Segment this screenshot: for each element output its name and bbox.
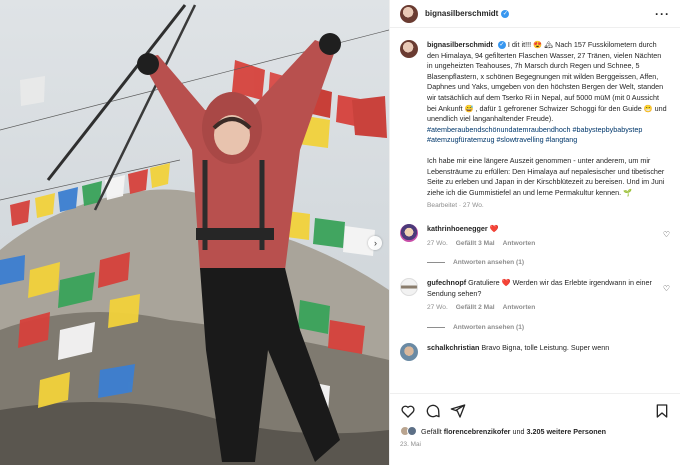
- reply-button[interactable]: Antworten: [503, 239, 536, 250]
- bookmark-icon[interactable]: [654, 403, 670, 419]
- post-date[interactable]: 23. Mai: [400, 441, 670, 448]
- verified-badge-icon: ✓: [497, 41, 506, 50]
- view-replies-label: Antworten ansehen (1): [453, 323, 525, 331]
- comments-list[interactable]: bignasilberschmidt ✓ I dit it!!! 😍 🏔 Nac…: [390, 28, 680, 393]
- mountain-summit-photo: [0, 0, 389, 465]
- view-replies-button[interactable]: Antworten ansehen (1): [427, 259, 670, 266]
- carousel-next-button[interactable]: ›: [368, 236, 382, 250]
- heart-icon[interactable]: ♡: [663, 284, 670, 293]
- heart-icon[interactable]: [400, 403, 416, 419]
- view-replies-label: Antworten ansehen (1): [453, 259, 525, 267]
- caption-text: I dit it!!! 😍 🏔 Nach 157 Fusskilometern …: [427, 40, 667, 124]
- caption-edited-meta: Bearbeitet · 27 Wo.: [427, 202, 484, 210]
- share-icon[interactable]: [450, 403, 466, 419]
- avatar[interactable]: [400, 342, 418, 361]
- likes-prefix: Gefällt: [421, 426, 444, 436]
- likes-summary: Gefällt florencebrenzikofer und 3.205 we…: [400, 426, 670, 436]
- caption-hashtags[interactable]: #atemberaubendschönundatemraubendhoch #b…: [427, 125, 667, 146]
- avatar[interactable]: [400, 223, 418, 242]
- post-header: bignasilberschmidt ✓ ···: [390, 0, 680, 28]
- reply-button[interactable]: Antworten: [503, 303, 536, 314]
- action-bar: [400, 400, 670, 422]
- verified-badge-icon: ✓: [501, 9, 510, 18]
- chevron-right-icon: ›: [374, 237, 377, 248]
- comment-likes[interactable]: Gefällt 3 Mal: [456, 239, 495, 250]
- comment-likes[interactable]: Gefällt 2 Mal: [456, 303, 495, 314]
- caption-paragraph: Ich habe mir eine längere Auszeit genomm…: [427, 155, 665, 197]
- instagram-post-view: › bignasilberschmidt ✓ ··· bignasilbersc…: [0, 0, 680, 465]
- comment-icon[interactable]: [425, 403, 441, 419]
- comment-item: kathrinhoenegger ❤️ 27 Wo. Gefällt 3 Mal…: [400, 223, 670, 250]
- comment-time[interactable]: 27 Wo.: [427, 303, 448, 314]
- avatar[interactable]: [400, 278, 418, 297]
- likes-mid: und: [510, 426, 527, 436]
- post-sidebar: bignasilberschmidt ✓ ··· bignasilberschm…: [389, 0, 680, 465]
- post-caption: bignasilberschmidt ✓ I dit it!!! 😍 🏔 Nac…: [400, 40, 670, 212]
- comment-item: gufechnopf Gratuliere ❤️ Werden wir das …: [400, 278, 670, 314]
- comment-time[interactable]: 27 Wo.: [427, 239, 448, 250]
- comment-item: schalkchristian Bravo Bigna, tolle Leist…: [400, 342, 670, 361]
- more-horizontal-icon[interactable]: ···: [655, 7, 670, 21]
- comment-username[interactable]: gufechnopf: [427, 278, 466, 287]
- post-footer: Gefällt florencebrenzikofer und 3.205 we…: [390, 393, 680, 465]
- heart-icon[interactable]: ♡: [663, 230, 670, 239]
- comment-text: ❤️: [489, 223, 499, 233]
- caption-username[interactable]: bignasilberschmidt: [427, 40, 493, 49]
- post-photo[interactable]: ›: [0, 0, 389, 465]
- avatar[interactable]: [400, 40, 418, 58]
- comment-username[interactable]: schalkchristian: [427, 343, 479, 352]
- liker-username[interactable]: florencebrenzikofer: [444, 427, 511, 436]
- avatar[interactable]: [400, 4, 418, 23]
- comment-username[interactable]: kathrinhoenegger: [427, 224, 488, 233]
- avatar[interactable]: [407, 426, 417, 436]
- author-username[interactable]: bignasilberschmidt: [425, 9, 498, 18]
- comment-text: Bravo Bigna, tolle Leistung. Super wenn: [481, 342, 610, 352]
- likes-count[interactable]: 3.205 weitere Personen: [526, 427, 606, 436]
- view-replies-button[interactable]: Antworten ansehen (1): [427, 324, 670, 331]
